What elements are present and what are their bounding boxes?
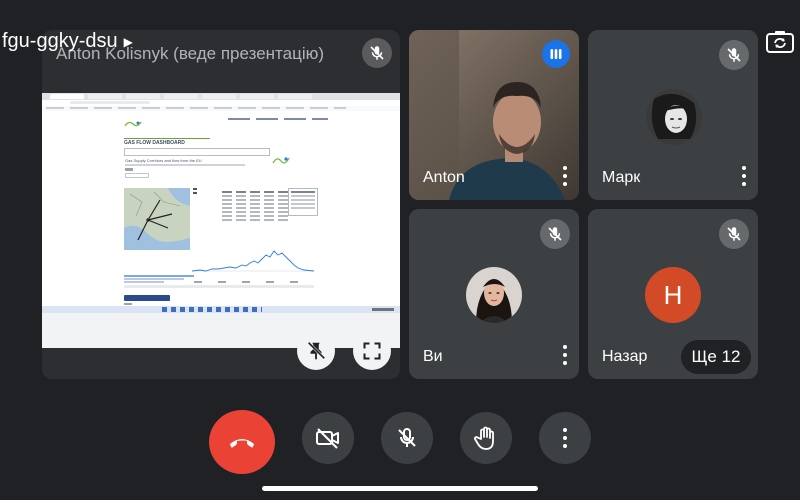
participant-tile-anton[interactable]: Anton	[409, 30, 579, 200]
fullscreen-button[interactable]	[353, 332, 391, 370]
more-vert-icon	[563, 428, 567, 448]
camera-off-icon	[316, 428, 339, 449]
meeting-code-text: fgu-ggky-dsu	[2, 30, 118, 52]
participant-name: Ви	[423, 348, 443, 365]
dashboard-heading: GAS FLOW DASHBOARD	[124, 140, 185, 146]
presentation-tile[interactable]: Anton Kolisnyk (веде презентацію) GAS FL…	[42, 30, 400, 379]
participant-mic-off	[719, 219, 749, 249]
more-participants-chip[interactable]: Ще 12	[681, 340, 751, 374]
end-call-button[interactable]	[209, 410, 275, 474]
mic-off-icon	[398, 428, 416, 447]
corridor-map	[124, 188, 190, 250]
switch-camera-button[interactable]	[764, 28, 796, 56]
more-vert-icon[interactable]	[742, 166, 746, 186]
raise-hand-button[interactable]	[460, 412, 512, 464]
more-vert-icon[interactable]	[563, 166, 567, 186]
pin-off-icon	[307, 341, 326, 360]
participant-tile-self[interactable]: Ви	[409, 209, 579, 379]
meeting-code[interactable]: fgu-ggky-dsu ▶	[2, 30, 133, 53]
participant-tile-mark[interactable]: Марк	[588, 30, 758, 200]
avatar	[466, 267, 522, 323]
unpin-button[interactable]	[297, 332, 335, 370]
flow-table	[222, 191, 288, 229]
more-vert-icon[interactable]	[563, 345, 567, 365]
mic-off-icon	[727, 48, 741, 62]
home-indicator[interactable]	[262, 486, 538, 491]
shared-screen: GAS FLOW DASHBOARD Gas Supply Corridors …	[42, 93, 400, 348]
participant-name: Anton	[423, 169, 465, 186]
participant-name: Марк	[602, 169, 641, 186]
mic-toggle-button[interactable]	[381, 412, 433, 464]
mic-off-icon	[548, 227, 562, 241]
hand-icon	[474, 426, 494, 450]
flow-line-chart	[191, 241, 315, 279]
camera-toggle-button[interactable]	[302, 412, 354, 464]
participant-mic-off	[540, 219, 570, 249]
fullscreen-icon	[363, 342, 381, 360]
speaking-indicator	[542, 40, 570, 68]
participant-mic-off	[719, 40, 749, 70]
avatar-letter: H	[645, 267, 701, 323]
audio-level-icon	[550, 49, 562, 59]
os-taskbar	[42, 306, 400, 313]
mic-off-icon	[370, 46, 384, 60]
browser-tab-strip	[42, 93, 400, 100]
camera-switch-icon	[766, 31, 794, 53]
site-logo	[124, 115, 142, 127]
presenter-mic-off	[362, 38, 392, 68]
filter-dropdown	[288, 188, 318, 216]
participant-name: Назар	[602, 348, 648, 365]
dashboard-subheading: Gas Supply Corridors and flow from the E…	[125, 158, 202, 163]
more-options-button[interactable]	[539, 412, 591, 464]
end-call-icon	[230, 439, 254, 448]
dashboard-page: GAS FLOW DASHBOARD Gas Supply Corridors …	[42, 111, 400, 307]
mic-off-icon	[727, 227, 741, 241]
avatar	[646, 89, 702, 145]
chevron-right-icon: ▶	[123, 34, 133, 49]
